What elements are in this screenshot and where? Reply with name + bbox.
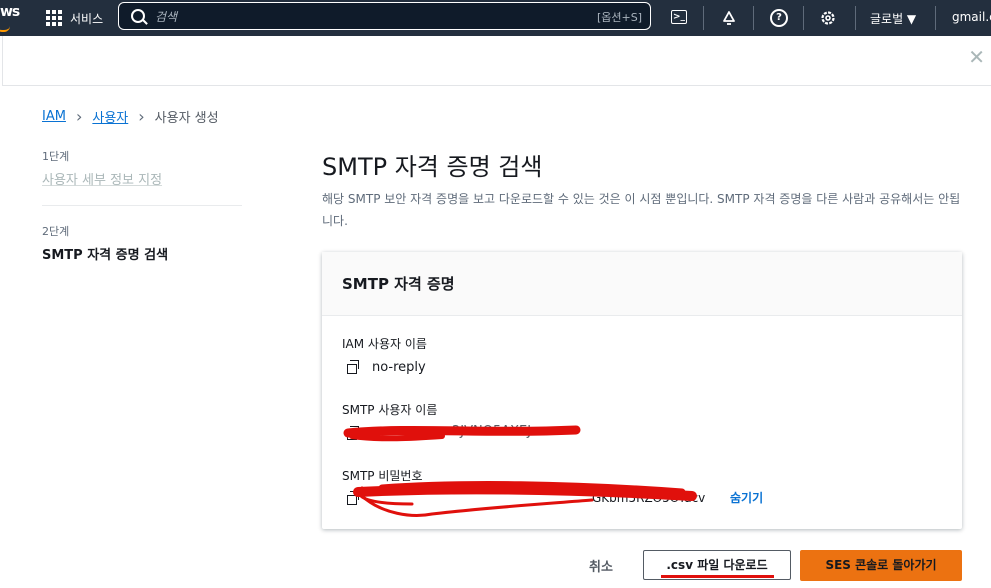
cloudshell-icon: >_ <box>671 10 687 24</box>
panel-header: SMTP 자격 증명 <box>322 252 962 316</box>
chevron-right-icon: › <box>138 107 145 126</box>
hide-password-link[interactable]: 숨기기 <box>730 489 763 506</box>
gear-icon <box>821 11 835 25</box>
nav-divider <box>935 6 936 30</box>
aws-smile-icon <box>0 26 10 32</box>
notifications-button[interactable] <box>717 6 741 30</box>
nav-divider <box>753 6 754 30</box>
search-shortcut-hint: [옵션+S] <box>596 11 642 24</box>
iam-username-label: IAM 사용자 이름 <box>342 337 427 351</box>
page-description: 해당 SMTP 보안 자격 증명을 보고 다운로드할 수 있는 것은 이 시점 … <box>322 192 961 228</box>
chevron-right-icon: › <box>75 107 83 126</box>
nav-divider <box>803 6 804 30</box>
account-menu[interactable]: gmail.c <box>952 10 991 24</box>
copy-icon[interactable] <box>347 426 359 440</box>
cloudshell-button[interactable]: >_ <box>667 6 691 30</box>
close-icon[interactable]: ✕ <box>968 47 985 67</box>
breadcrumb: IAM › 사용자 › 사용자 생성 <box>42 107 219 126</box>
smtp-username-label: SMTP 사용자 이름 <box>342 403 438 417</box>
copy-icon[interactable] <box>347 360 359 374</box>
services-menu-button[interactable]: 서비스 <box>46 8 103 28</box>
breadcrumb-current: 사용자 생성 <box>154 111 219 126</box>
smtp-password-label: SMTP 비밀번호 <box>342 469 423 483</box>
search-icon <box>131 9 145 23</box>
return-to-ses-console-button[interactable]: SES 콘솔로 돌아가기 <box>800 550 962 581</box>
copy-icon[interactable] <box>347 491 359 505</box>
step-1-link[interactable]: 사용자 세부 정보 지정 <box>42 169 162 188</box>
step-divider <box>42 205 242 206</box>
step-2-number: 2단계 <box>42 225 70 238</box>
region-selector[interactable]: 글로벌 ▼ <box>870 10 916 27</box>
nav-divider <box>855 6 856 30</box>
annotation-underline <box>661 575 774 578</box>
step-1-number: 1단계 <box>42 150 70 163</box>
panel-title: SMTP 자격 증명 <box>342 275 455 293</box>
grid-icon <box>46 10 62 26</box>
top-navigation-bar: ws 서비스 [옵션+S] >_ ? 글로벌 ▼ gmail.c <box>0 0 991 36</box>
help-button[interactable]: ? <box>767 6 791 30</box>
aws-logo[interactable]: ws <box>0 4 20 32</box>
breadcrumb-iam-link[interactable]: IAM <box>42 109 66 124</box>
notification-bar: ✕ <box>2 36 991 86</box>
search-box[interactable]: [옵션+S] <box>118 2 651 30</box>
smtp-username-value: 2JVNO5AXEJ <box>452 424 532 439</box>
cancel-button[interactable]: 취소 <box>589 556 613 575</box>
search-input[interactable] <box>153 7 557 27</box>
step-2-current: SMTP 자격 증명 검색 <box>42 248 169 263</box>
smtp-password-value: GKbm5RZO5OYacv <box>592 491 706 505</box>
aws-logo-text: ws <box>0 4 20 20</box>
settings-button[interactable] <box>816 6 840 30</box>
nav-divider <box>703 6 704 30</box>
help-icon: ? <box>770 9 788 27</box>
iam-username-value: no-reply <box>372 360 426 375</box>
page-title: SMTP 자격 증명 검색 <box>322 153 543 181</box>
bell-icon <box>723 11 735 25</box>
services-label: 서비스 <box>70 11 104 26</box>
breadcrumb-users-link[interactable]: 사용자 <box>92 107 128 126</box>
smtp-credentials-panel: SMTP 자격 증명 IAM 사용자 이름 no-reply SMTP 사용자 … <box>322 252 962 529</box>
